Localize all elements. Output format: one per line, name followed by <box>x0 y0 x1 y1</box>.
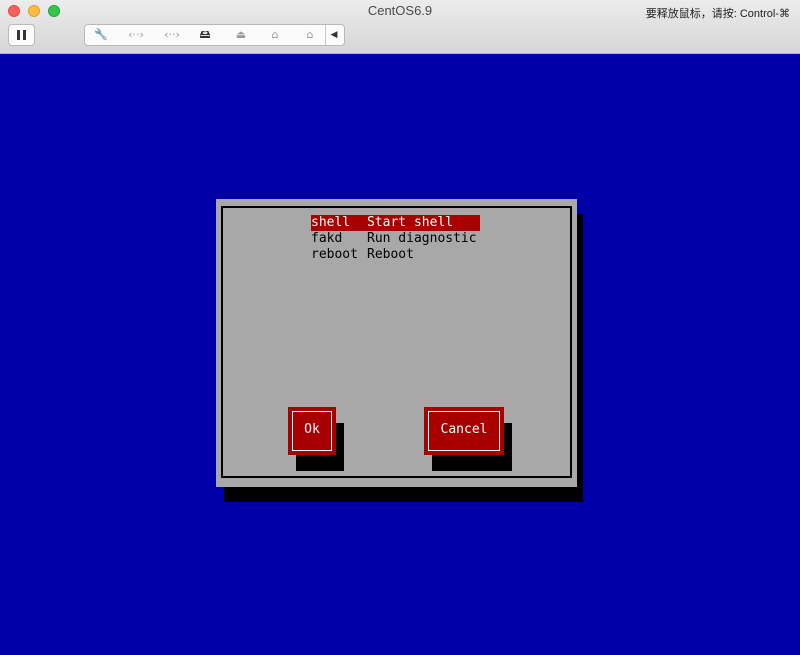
network-adapter-icon[interactable]: ‹··› <box>159 27 185 43</box>
menu-item-fakd[interactable]: fakd Run diagnostic <box>311 231 480 247</box>
cancel-button-label: Cancel <box>440 422 488 437</box>
optical-drive-icon[interactable]: ⏏ <box>231 27 251 43</box>
usb-icon[interactable]: ⌂ <box>300 27 320 43</box>
pause-button[interactable] <box>8 24 35 46</box>
network-adapter-icon[interactable]: ‹··› <box>123 27 149 43</box>
mouse-release-hint: 要释放鼠标，请按: Control-⌘ <box>645 8 790 20</box>
menu-item-description: Reboot <box>367 247 414 262</box>
cancel-button[interactable]: Cancel <box>424 407 504 455</box>
usb-icon[interactable]: ⌂ <box>265 27 285 43</box>
wrench-icon[interactable]: 🔧 <box>91 27 111 43</box>
menu-item-description: Run diagnostic <box>367 231 477 246</box>
menu-item-command: fakd <box>311 231 343 246</box>
menu-item-command: reboot <box>311 247 358 262</box>
collapse-arrow-icon[interactable]: ◀ <box>327 27 341 43</box>
menu-item-description: Start shell <box>367 215 454 230</box>
window-titlebar: CentOS6.9 要释放鼠标，请按: Control-⌘ 🔧 ‹··› ‹··… <box>0 0 800 54</box>
menu-item-shell[interactable]: shell Start shell <box>311 215 480 231</box>
toolbar-separator <box>325 25 326 45</box>
ok-button[interactable]: Ok <box>288 407 336 455</box>
vm-device-toolbar: 🔧 ‹··› ‹··› 🖴 ⏏ ⌂ ⌂ ◀ <box>84 24 345 46</box>
ok-button-label: Ok <box>304 422 320 437</box>
menu-item-reboot[interactable]: reboot Reboot <box>311 247 480 263</box>
hard-disk-icon[interactable]: 🖴 <box>195 27 215 43</box>
menu-item-command: shell <box>311 215 351 230</box>
